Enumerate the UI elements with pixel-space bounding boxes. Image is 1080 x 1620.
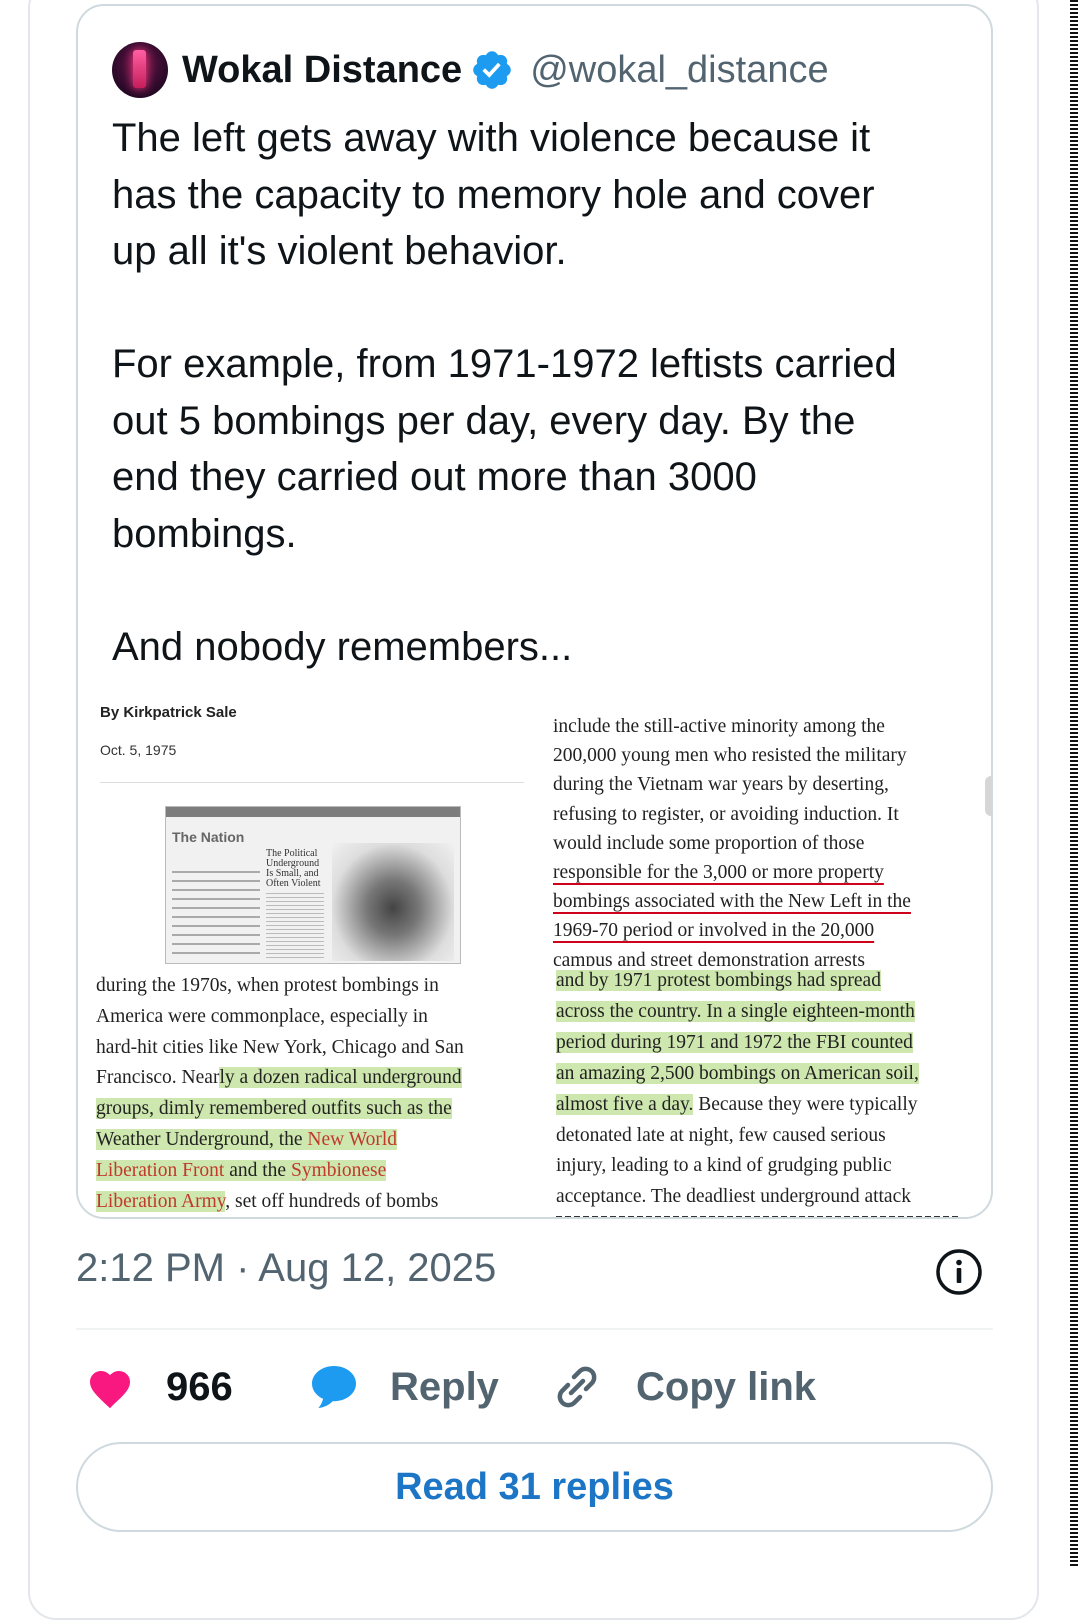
- heart-icon: [90, 1371, 130, 1409]
- article-line: would include some proportion of those: [553, 832, 865, 854]
- highlighted-red-text: Symbionese: [290, 1159, 387, 1181]
- scrollbar-track[interactable]: [1070, 0, 1078, 1566]
- post-timestamp[interactable]: 2:12 PM · Aug 12, 2025: [76, 1246, 496, 1291]
- article-text: , set off hundreds of bombs: [225, 1190, 439, 1212]
- article-text: Because they were typically: [693, 1093, 918, 1115]
- highlighted-text: Weather Underground, the: [96, 1128, 308, 1150]
- article-text: Francisco. Near: [96, 1067, 220, 1089]
- article-line: period during 1971 and 1972 the FBI coun…: [556, 1028, 986, 1059]
- highlighted-text: ly a dozen radical underground: [219, 1067, 462, 1089]
- highlighted-red-text: New World: [307, 1128, 398, 1150]
- image-scroll-handle[interactable]: [985, 776, 991, 816]
- article-line: an amazing 2,500 bombings on American so…: [556, 1059, 986, 1090]
- thumbnail-column-lines: [266, 893, 324, 961]
- highlighted-text: period during 1971 and 1972 the FBI coun…: [556, 1031, 913, 1053]
- highlighted-text: groups, dimly remembered outfits such as…: [96, 1098, 452, 1120]
- quoted-post-header: Wokal Distance @wokal_distance: [112, 42, 829, 98]
- article-line: during the 1970s, when protest bombings …: [96, 975, 439, 996]
- article-line: include the still-active minority among …: [553, 716, 885, 737]
- thumbnail-headline: The Political Underground Is Small, and …: [266, 848, 321, 889]
- article-line: injury, leading to a kind of grudging pu…: [556, 1155, 892, 1177]
- highlighted-text: an amazing 2,500 bombings on American so…: [556, 1062, 919, 1084]
- quoted-post[interactable]: Wokal Distance @wokal_distance The left …: [76, 4, 993, 1219]
- author-name[interactable]: Wokal Distance: [182, 49, 462, 92]
- thumbnail-banner: [166, 807, 460, 817]
- avatar[interactable]: [112, 42, 168, 98]
- article-line: during the Vietnam war years by desertin…: [553, 774, 889, 796]
- article-date: Oct. 5, 1975: [100, 742, 177, 758]
- article-left-column: during the 1970s, when protest bombings …: [96, 971, 526, 1217]
- article-line: detonated late at night, few caused seri…: [556, 1124, 886, 1146]
- article-line: America were commonplace, especially in: [96, 1005, 428, 1027]
- highlighted-text: and by 1971 protest bombings had spread: [556, 970, 881, 991]
- reply-button[interactable]: Reply: [308, 1355, 499, 1419]
- verified-badge-icon: [473, 51, 511, 89]
- article-line: Weather Underground, the New World: [96, 1125, 526, 1156]
- article-line: hard-hit cities like New York, Chicago a…: [96, 1036, 464, 1058]
- article-line: campus and street demonstration arrests: [553, 949, 865, 966]
- thumbnail-text-lines: [172, 871, 260, 957]
- article-line: acceptance. The deadliest underground at…: [556, 1186, 911, 1208]
- article-byline: By Kirkpatrick Sale: [100, 704, 237, 721]
- post-text: The left gets away with violence because…: [112, 116, 897, 669]
- underlined-line: responsible for the 3,000 or more proper…: [553, 862, 884, 884]
- copy-link-button[interactable]: Copy link: [552, 1355, 816, 1419]
- info-icon[interactable]: [935, 1248, 983, 1296]
- divider: [76, 1328, 993, 1330]
- underlined-line: 1969-70 period or involved in the 20,000: [553, 920, 875, 942]
- highlighted-text: and the: [224, 1159, 291, 1181]
- article-line: 200,000 young men who resisted the milit…: [553, 745, 907, 767]
- like-button[interactable]: 966: [86, 1355, 233, 1419]
- article-line: almost five a day. Because they were typ…: [556, 1090, 986, 1121]
- post-actions: 966 Reply Copy link: [76, 1355, 993, 1419]
- article-right-column-top: include the still-active minority among …: [553, 712, 991, 966]
- like-count: 966: [166, 1364, 233, 1409]
- article-screenshot[interactable]: By Kirkpatrick Sale Oct. 5, 1975 The Nat…: [78, 696, 991, 1217]
- link-icon: [557, 1366, 597, 1408]
- thumbnail-illustration: [332, 843, 454, 961]
- highlighted-text: almost five a day.: [556, 1093, 694, 1115]
- article-line: Francisco. Nearly a dozen radical underg…: [96, 1063, 526, 1094]
- read-replies-button[interactable]: Read 31 replies: [76, 1442, 993, 1532]
- highlighted-red-text: Liberation Army: [96, 1190, 226, 1212]
- thumbnail-masthead: The Nation: [172, 829, 245, 845]
- article-line: Liberation Army, set off hundreds of bom…: [96, 1187, 526, 1217]
- divider: [100, 782, 524, 783]
- copy-link-label: Copy link: [636, 1364, 817, 1409]
- article-line: groups, dimly remembered outfits such as…: [96, 1094, 526, 1125]
- author-handle[interactable]: @wokal_distance: [530, 49, 828, 92]
- article-line: across the country. In a single eighteen…: [556, 997, 986, 1028]
- highlighted-red-text: Liberation Front: [96, 1159, 225, 1181]
- article-line: refusing to register, or avoiding induct…: [553, 803, 899, 825]
- article-right-column-bottom: and by 1971 protest bombings had spread …: [556, 966, 986, 1213]
- article-line: and by 1971 protest bombings had spread: [556, 966, 986, 997]
- underlined-line: bombings associated with the New Left in…: [553, 891, 911, 913]
- cropped-text-line: [556, 1216, 961, 1217]
- reply-label: Reply: [390, 1364, 499, 1409]
- speech-bubble-icon: [312, 1366, 356, 1408]
- highlighted-text: across the country. In a single eighteen…: [556, 1000, 915, 1022]
- article-line: Liberation Front and the Symbionese: [96, 1156, 526, 1187]
- newspaper-thumbnail: The Nation The Political Underground Is …: [165, 806, 461, 964]
